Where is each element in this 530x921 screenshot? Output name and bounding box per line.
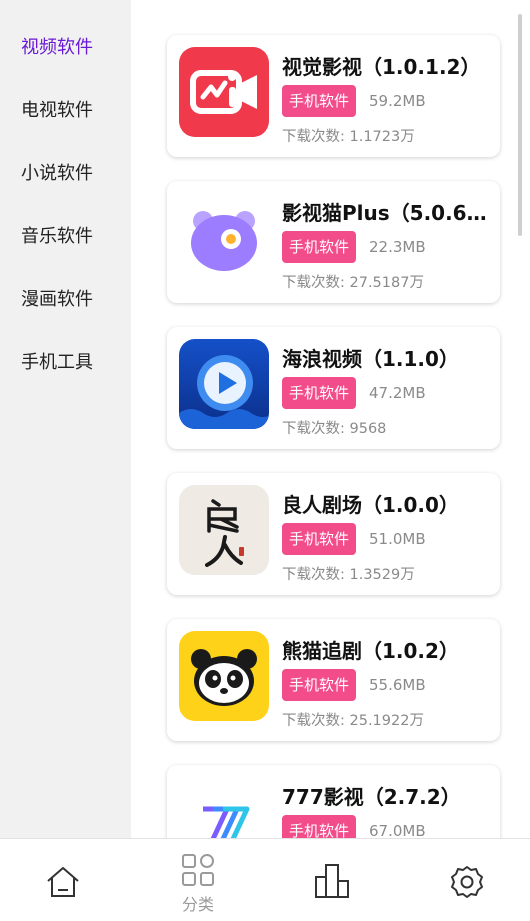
category-tag: 手机软件 [282,377,357,409]
download-count: 下载次数: 25.1922万 [282,713,424,729]
app-title: 熊猫追剧（1.0.2） [282,639,459,663]
play-button-icon [179,339,269,429]
app-card[interactable]: 视觉影视（1.0.1.2） 手机软件 59.2MB 下载次数: 1.1723万 [167,35,500,157]
nav-ranking[interactable] [264,839,396,921]
sidebar-item-music[interactable]: 音乐软件 [21,222,93,252]
calligraphy-icon [179,485,269,575]
panda-icon [179,631,269,721]
file-size: 47.2MB [369,384,426,402]
sidebar-item-comic[interactable]: 漫画软件 [21,285,93,315]
category-tag: 手机软件 [282,231,357,263]
nav-home[interactable] [0,839,132,921]
app-card[interactable]: 海浪视频（1.1.0） 手机软件 47.2MB 下载次数: 9568 [167,327,500,449]
app-title: 影视猫Plus（5.0.6.… [282,201,492,225]
seven-logo-icon [179,777,269,838]
nav-settings[interactable] [396,839,528,921]
file-size: 51.0MB [369,530,426,548]
video-camera-icon [179,47,269,137]
app-card[interactable]: 影视猫Plus（5.0.6.… 手机软件 22.3MB 下载次数: 27.518… [167,181,500,303]
bottom-nav: 分类 [0,838,530,920]
home-icon [47,867,79,897]
sidebar-item-video[interactable]: 视频软件 [21,33,93,63]
settings-icon [451,866,483,898]
download-count: 下载次数: 1.3529万 [282,567,415,583]
category-tag: 手机软件 [282,815,357,838]
download-count: 下载次数: 9568 [282,421,387,437]
file-size: 67.0MB [369,822,426,838]
nav-category[interactable]: 分类 [132,839,264,921]
download-count: 下载次数: 27.5187万 [282,275,424,291]
sidebar-item-novel[interactable]: 小说软件 [21,159,93,189]
cat-face-icon [179,193,269,283]
app-card[interactable]: 777影视（2.7.2） 手机软件 67.0MB [167,765,500,838]
sidebar-item-tools[interactable]: 手机工具 [21,348,93,378]
category-sidebar: 视频软件 电视软件 小说软件 音乐软件 漫画软件 手机工具 [0,0,131,838]
nav-label: 分类 [181,895,214,914]
app-title: 海浪视频（1.1.0） [282,347,459,371]
app-card[interactable]: 熊猫追剧（1.0.2） 手机软件 55.6MB 下载次数: 25.1922万 [167,619,500,741]
app-title: 777影视（2.7.2） [282,785,461,809]
file-size: 55.6MB [369,676,426,694]
download-count: 下载次数: 1.1723万 [282,129,415,145]
app-card[interactable]: 良人剧场（1.0.0） 手机软件 51.0MB 下载次数: 1.3529万 [167,473,500,595]
app-title: 良人剧场（1.0.0） [282,493,459,517]
file-size: 59.2MB [369,92,426,110]
app-title: 视觉影视（1.0.1.2） [282,55,481,79]
category-grid-icon [182,854,214,886]
category-tag: 手机软件 [282,85,357,117]
file-size: 22.3MB [369,238,426,256]
category-tag: 手机软件 [282,669,357,701]
sidebar-item-tv[interactable]: 电视软件 [21,96,93,126]
app-list[interactable]: 视觉影视（1.0.1.2） 手机软件 59.2MB 下载次数: 1.1723万 … [131,0,530,838]
category-tag: 手机软件 [282,523,357,555]
ranking-icon [315,864,349,898]
scrollbar[interactable] [518,14,522,236]
